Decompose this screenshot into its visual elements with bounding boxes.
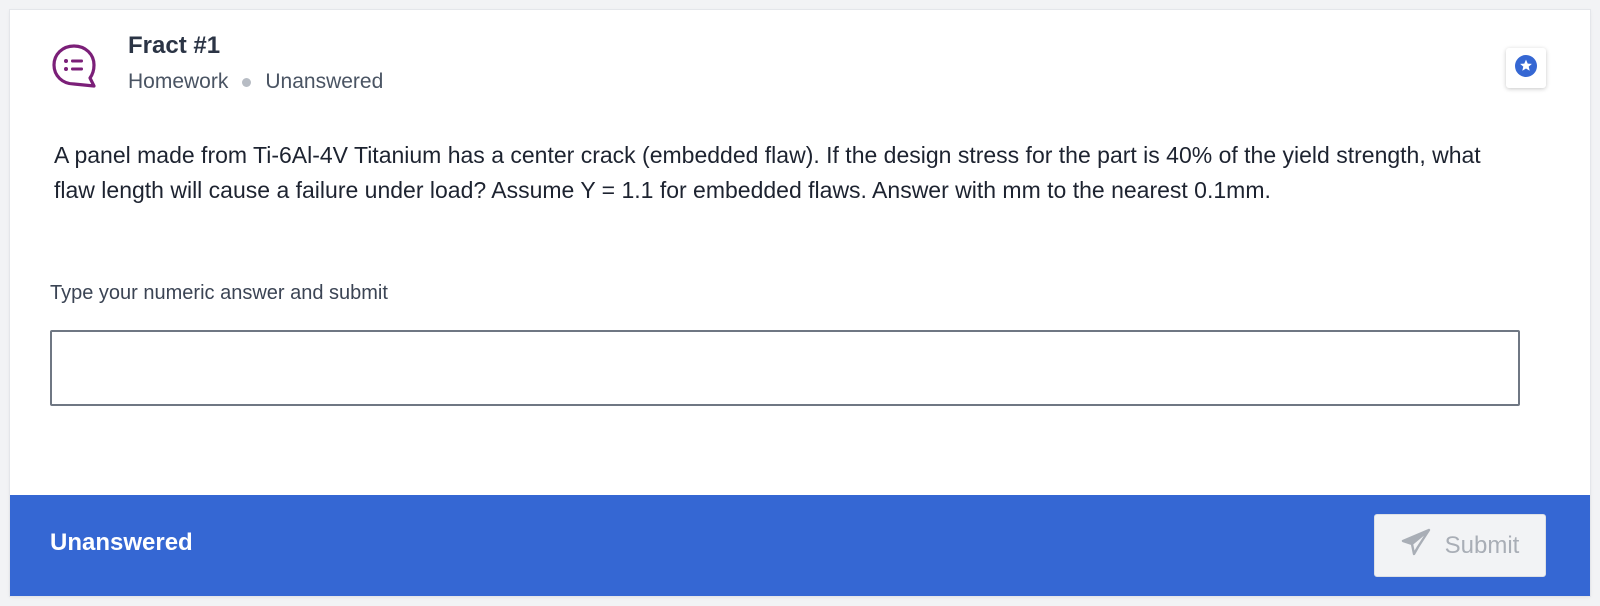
question-text: A panel made from Ti-6Al-4V Titanium has…: [54, 142, 1481, 203]
question-meta: Homework Unanswered: [128, 70, 383, 94]
answer-prompt: Type your numeric answer and submit: [50, 282, 388, 304]
footer-status: Unanswered: [50, 529, 193, 556]
separator-dot: [242, 77, 252, 87]
question-title: Fract #1: [128, 32, 221, 59]
question-header: Fract #1 Homework Unanswered: [10, 10, 1590, 120]
question-status: Unanswered: [265, 70, 384, 93]
question-card: Fract #1 Homework Unanswered A panel mad…: [10, 10, 1590, 596]
submit-button[interactable]: Submit: [1374, 514, 1546, 577]
answer-footer: Unanswered Submit: [10, 495, 1590, 596]
submit-label: Submit: [1444, 531, 1520, 559]
numeric-answer-input[interactable]: [50, 330, 1520, 406]
discussion-bubble-icon: [50, 42, 98, 90]
paper-plane-icon: [1401, 528, 1445, 563]
question-category: Homework: [128, 70, 229, 93]
star-button[interactable]: [1506, 48, 1546, 88]
star-icon: [1515, 54, 1537, 82]
